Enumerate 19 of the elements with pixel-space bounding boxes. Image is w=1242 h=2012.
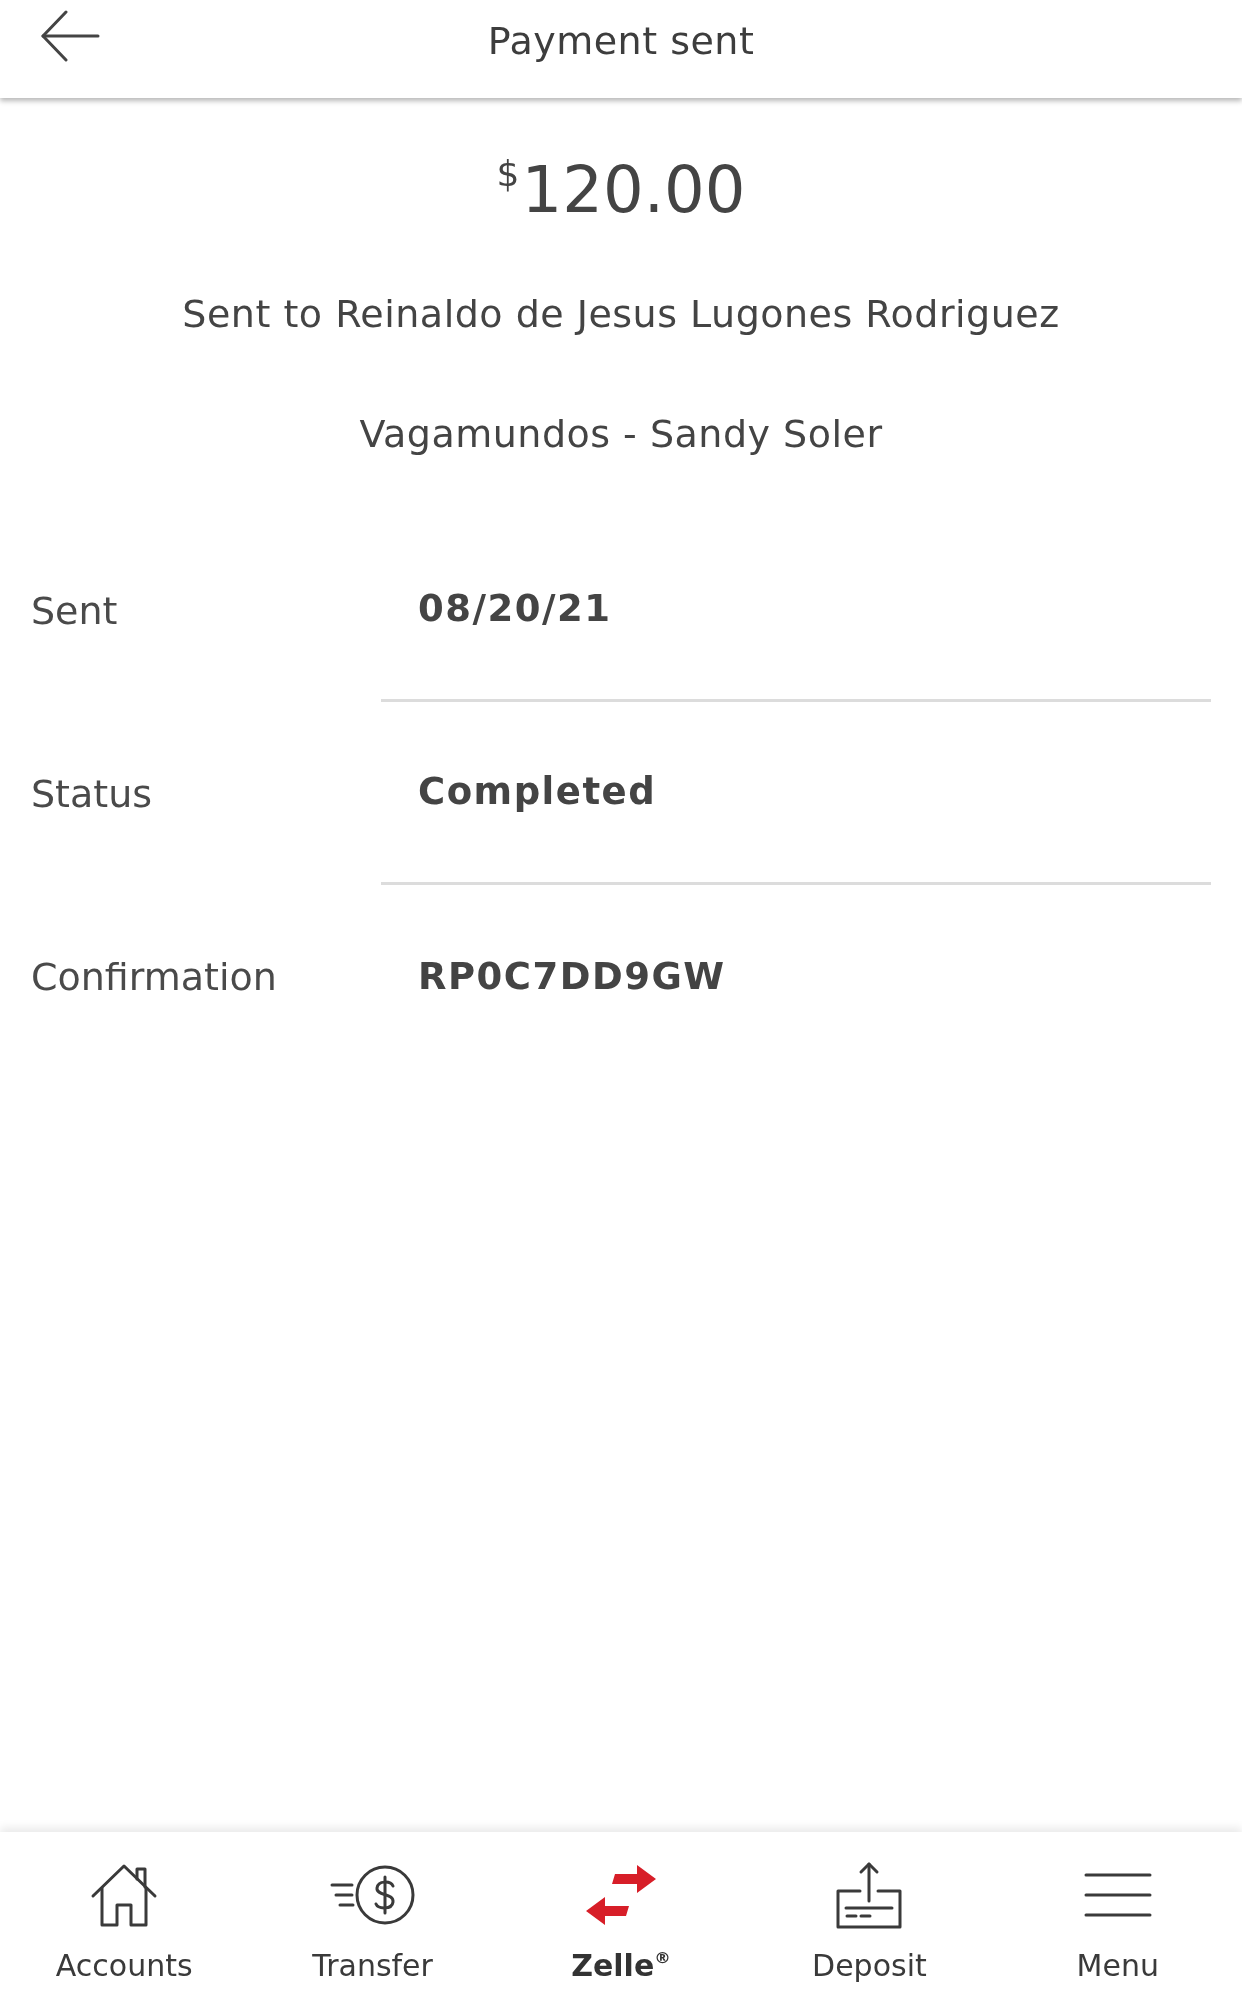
nav-tab[interactable]: Accounts: [0, 1832, 249, 2012]
detail-value: RP0C7DD9GW: [418, 953, 726, 1000]
detail-value: Completed: [418, 769, 657, 815]
detail-value: 08/20/21: [418, 586, 612, 632]
detail-label: Sent: [31, 587, 118, 634]
house-icon: [90, 1863, 159, 1927]
detail-label: Status: [31, 770, 153, 817]
detail-label: Confirmation: [31, 953, 277, 1000]
nav-tab[interactable]: Deposit: [745, 1832, 994, 2012]
nav-tab[interactable]: Menu: [993, 1832, 1242, 2012]
payment-amount: $^{$}$120.00: [496, 156, 746, 224]
recipient-text: Sent to Reinaldo de Jesus Lugones Rodriguez: [182, 291, 1060, 337]
swap-arrows-icon: [585, 1864, 657, 1926]
nav-tab[interactable]: Zelle$^{®}$: [496, 1832, 746, 2012]
page-title: Payment sent: [487, 18, 755, 65]
memo-text: Vagamundos - Sandy Soler: [359, 411, 883, 457]
menu-icon: [1083, 1873, 1152, 1917]
nav-tab[interactable]: Transfer: [248, 1832, 497, 2012]
dollar-circle-icon: [329, 1864, 416, 1926]
